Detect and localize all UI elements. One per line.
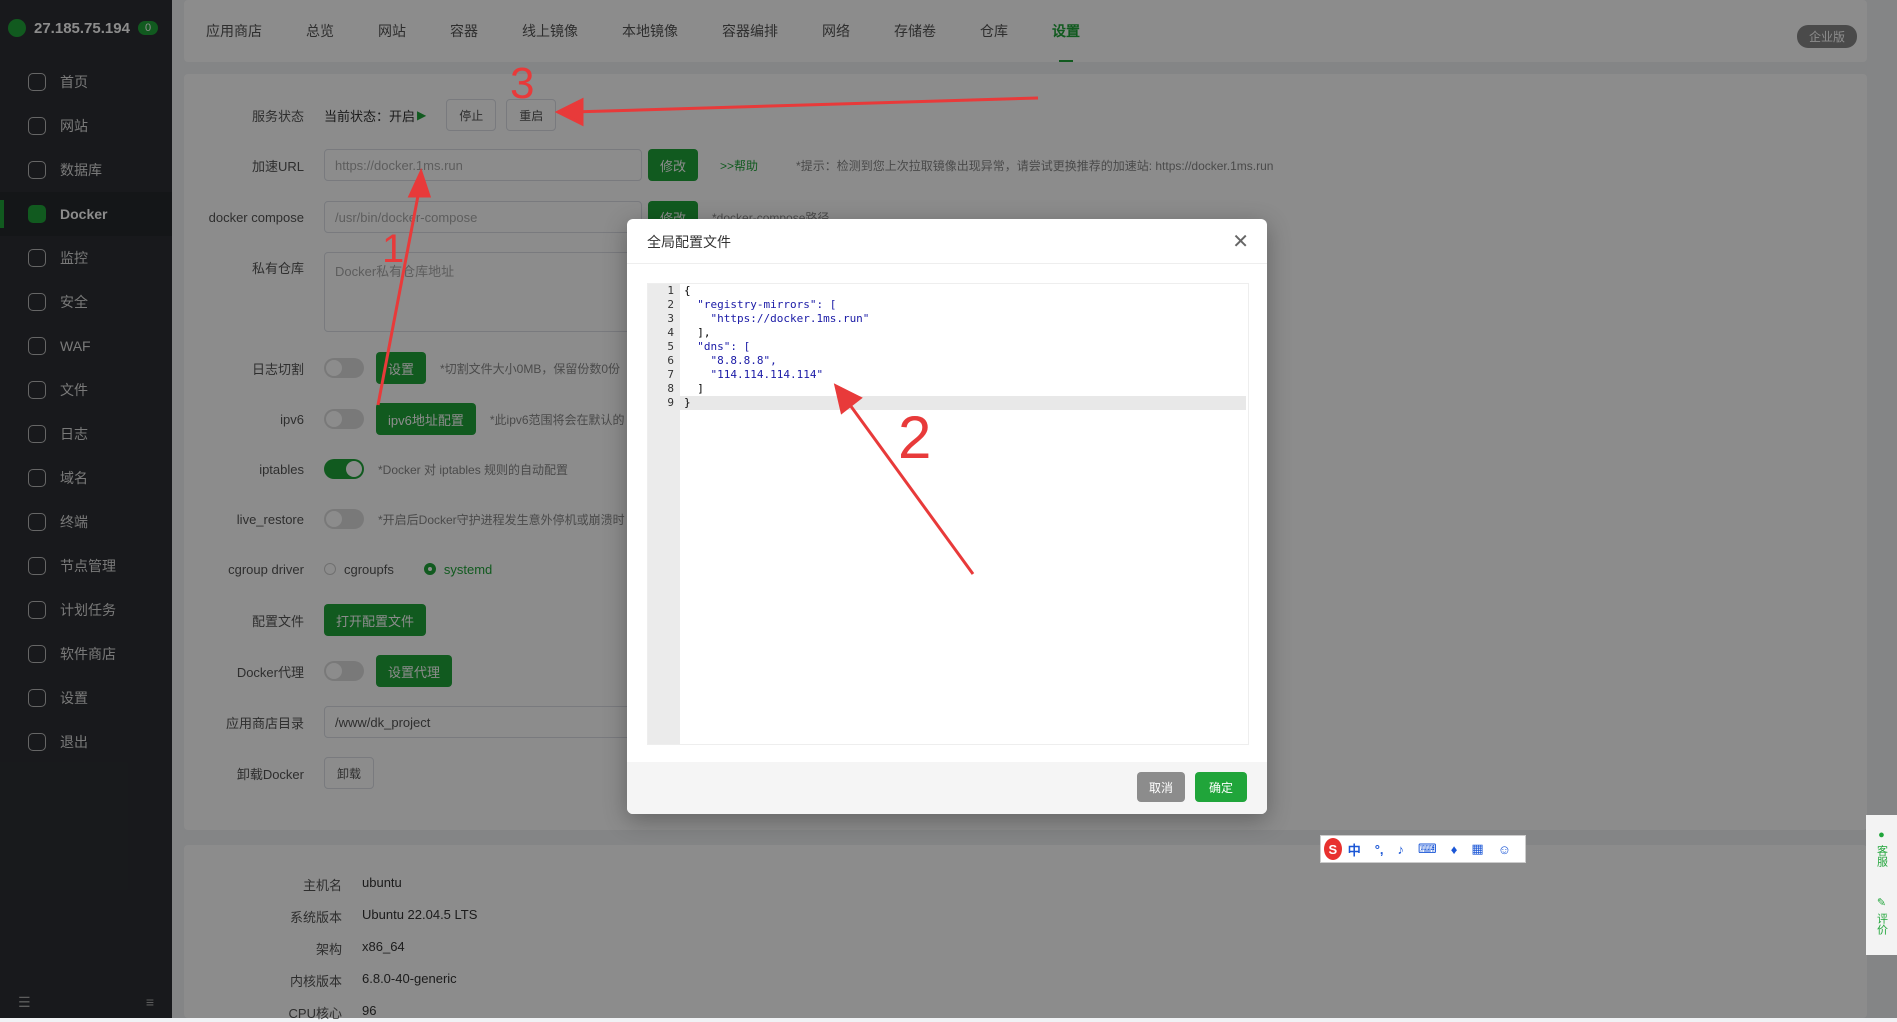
line-number: 3 <box>667 312 674 325</box>
code-line: "dns": [ <box>684 340 751 353</box>
review-icon[interactable]: ✎ <box>1877 897 1886 909</box>
config-file-dialog: 全局配置文件 ✕ 1 2 3 4 5 6 7 8 9 { "registry-m… <box>627 219 1267 814</box>
ime-punctuation-toggle[interactable]: °, <box>1375 842 1384 857</box>
dialog-divider <box>627 263 1267 264</box>
code-lines[interactable]: { "registry-mirrors": [ "https://docker.… <box>680 284 1246 410</box>
code-line: } <box>680 396 1246 410</box>
code-line: "https://docker.1ms.run" <box>684 312 870 325</box>
close-icon[interactable]: ✕ <box>1232 229 1249 254</box>
ime-language-toggle[interactable]: 中 <box>1348 840 1361 859</box>
service-icon[interactable]: ● <box>1878 829 1885 841</box>
line-number: 7 <box>667 368 674 381</box>
line-number: 1 <box>667 284 674 297</box>
review-link[interactable]: 评价 <box>1876 913 1888 935</box>
code-editor[interactable]: 1 2 3 4 5 6 7 8 9 { "registry-mirrors": … <box>647 283 1249 745</box>
code-line: ] <box>684 382 704 395</box>
line-number: 2 <box>667 298 674 311</box>
keyboard-icon[interactable]: ⌨ <box>1418 841 1437 857</box>
cancel-button[interactable]: 取消 <box>1136 772 1185 802</box>
code-line: "registry-mirrors": [ <box>684 298 837 311</box>
code-line: ], <box>684 326 711 339</box>
code-line: "114.114.114.114" <box>684 368 824 381</box>
code-line: { <box>684 284 691 297</box>
sogou-logo-icon[interactable]: S <box>1324 838 1342 860</box>
line-number: 8 <box>667 382 674 395</box>
line-number: 5 <box>667 340 674 353</box>
dialog-footer: 取消 确定 <box>627 762 1267 814</box>
dialog-title: 全局配置文件 <box>647 234 731 250</box>
line-number: 9 <box>667 396 674 409</box>
confirm-button[interactable]: 确定 <box>1194 772 1247 802</box>
code-line: "8.8.8.8", <box>684 354 777 367</box>
customer-service-link[interactable]: 客服 <box>1876 845 1888 867</box>
microphone-icon[interactable]: ♪ <box>1398 842 1405 857</box>
ime-toolbar: S 中 °, ♪ ⌨ ♦ ▦ ☺ <box>1320 835 1526 863</box>
skin-icon[interactable]: ♦ <box>1451 842 1458 857</box>
floating-service-bar: ● 客服 ✎ 评价 <box>1866 815 1897 955</box>
toolbox-icon[interactable]: ▦ <box>1471 841 1483 857</box>
line-number: 6 <box>667 354 674 367</box>
line-number-gutter: 1 2 3 4 5 6 7 8 9 <box>648 284 680 744</box>
line-number: 4 <box>667 326 674 339</box>
emoji-icon[interactable]: ☺ <box>1498 842 1511 857</box>
